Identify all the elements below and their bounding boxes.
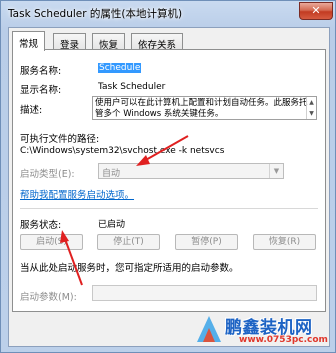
- separator: [20, 208, 318, 209]
- service-name-selected-text[interactable]: Schedule: [98, 63, 142, 73]
- description-box[interactable]: 使用户可以在此计算机上配置和计划自动任务。此服务托管多个 Windows 系统关…: [92, 96, 317, 120]
- start-button[interactable]: 启动(S): [20, 234, 83, 250]
- startup-type-label: 启动类型(E):: [20, 169, 75, 180]
- service-name-label: 服务名称:: [20, 66, 62, 77]
- service-status-label: 服务状态:: [20, 220, 62, 231]
- description-text: 使用户可以在此计算机上配置和计划自动任务。此服务托管多个 Windows 系统关…: [95, 98, 308, 119]
- title-bar[interactable]: Task Scheduler 的属性(本地计算机) ✕: [1, 1, 335, 25]
- exe-path-value[interactable]: C:\Windows\system32\svchost.exe -k netsv…: [20, 146, 224, 156]
- start-params-hint: 当从此处启动服务时，您可指定所适用的启动参数。: [20, 263, 239, 274]
- tab-logon[interactable]: 登录: [53, 33, 87, 51]
- close-button[interactable]: ✕: [299, 2, 333, 20]
- service-name-value[interactable]: Schedule: [98, 63, 142, 73]
- startup-type-select[interactable]: 自动 ▼: [98, 163, 284, 179]
- tab-general[interactable]: 常规: [12, 31, 46, 51]
- service-status-value: 已启动: [98, 220, 126, 230]
- chevron-down-icon[interactable]: ▼: [269, 164, 283, 178]
- watermark-logo-icon: [197, 316, 221, 342]
- help-configure-link[interactable]: 帮助我配置服务启动选项。: [20, 187, 134, 201]
- description-scrollbar[interactable]: ▲ ▼: [306, 97, 316, 119]
- window-title: Task Scheduler 的属性(本地计算机): [8, 8, 183, 20]
- watermark-url: www.0753pc.com: [239, 335, 328, 345]
- startup-type-value: 自动: [102, 169, 121, 179]
- pause-button[interactable]: 暂停(P): [175, 234, 238, 250]
- display-name-value[interactable]: Task Scheduler: [98, 82, 165, 92]
- general-tab-panel: 服务名称: Schedule 显示名称: Task Scheduler 描述: …: [12, 49, 326, 312]
- stop-button[interactable]: 停止(T): [97, 234, 160, 250]
- dialog-client-area: 常规 登录 恢复 依存关系 服务名称: Schedule 显示名称: Task …: [8, 27, 330, 347]
- display-name-label: 显示名称:: [20, 85, 62, 96]
- start-params-input[interactable]: [92, 285, 317, 301]
- start-params-label: 启动参数(M):: [20, 292, 77, 303]
- exe-path-label: 可执行文件的路径:: [20, 134, 100, 145]
- properties-window: Task Scheduler 的属性(本地计算机) ✕ 常规 登录 恢复 依存关…: [0, 0, 336, 353]
- tab-dependencies[interactable]: 依存关系: [131, 33, 184, 51]
- description-label: 描述:: [20, 105, 43, 116]
- resume-button[interactable]: 恢复(R): [253, 234, 316, 250]
- tab-recovery[interactable]: 恢复: [92, 33, 126, 51]
